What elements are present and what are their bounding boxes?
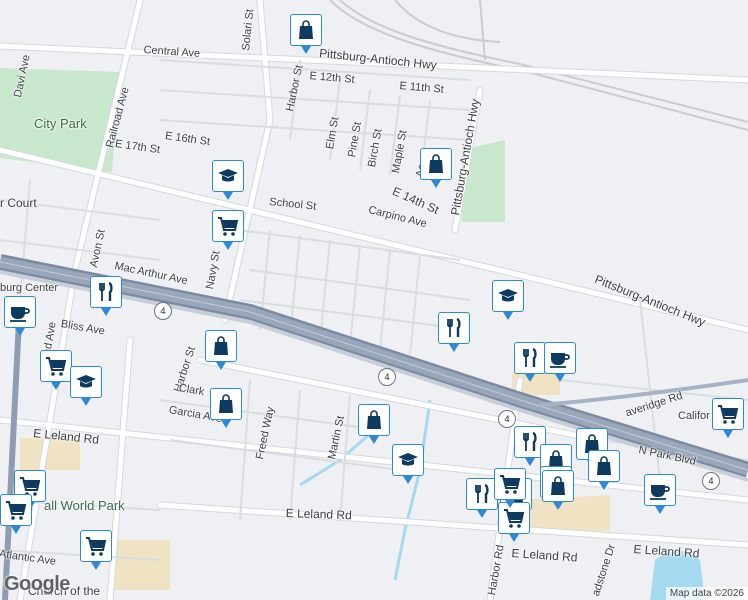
poi-pin-grocery[interactable] [0,494,32,534]
poi-pin-shopping[interactable] [210,388,242,428]
poi-pin-shopping[interactable] [588,450,620,490]
highway-shield: 4 [498,410,516,428]
poi-pin-grocery[interactable] [494,468,526,508]
street-california: Califor [678,410,710,422]
poi-pin-restaurant[interactable] [514,342,546,382]
google-logo: Google [4,573,70,595]
poi-pin-school[interactable] [392,444,424,484]
poi-pin-grocery[interactable] [212,210,244,250]
poi-pin-cafe[interactable] [544,342,576,382]
poi-pin-shopping[interactable] [205,330,237,370]
poi-pin-grocery[interactable] [712,398,744,438]
highway-shield: 4 [154,302,172,320]
highway-shield: 4 [378,368,396,386]
center-label: burg Center [0,282,59,294]
poi-pin-shopping[interactable] [420,148,452,188]
poi-pin-cafe[interactable] [644,474,676,514]
poi-pin-restaurant[interactable] [90,276,122,316]
poi-pin-school[interactable] [492,280,524,320]
poi-pin-cafe[interactable] [4,296,36,336]
poi-pin-grocery[interactable] [40,350,72,390]
sand-area-south [110,540,170,590]
map-attribution[interactable]: Map data ©2026 [665,587,748,600]
poi-pin-restaurant[interactable] [438,312,470,352]
poi-pin-school[interactable] [212,160,244,200]
poi-pin-shopping[interactable] [542,470,574,510]
poi-pin-shopping[interactable] [358,404,390,444]
city-park-label: City Park [34,116,87,131]
poi-pin-school[interactable] [70,366,102,406]
street-eleland-center: E Leland Rd [285,506,353,523]
canal [393,399,432,581]
poi-pin-grocery[interactable] [80,530,112,570]
small-world-park-label: all World Park [44,498,125,513]
highway-shield: 4 [702,472,720,490]
map-canvas[interactable]: City Park all World Park r Court burg Ce… [0,0,748,600]
court-label: r Court [0,196,37,210]
poi-pin-shopping[interactable] [290,14,322,54]
